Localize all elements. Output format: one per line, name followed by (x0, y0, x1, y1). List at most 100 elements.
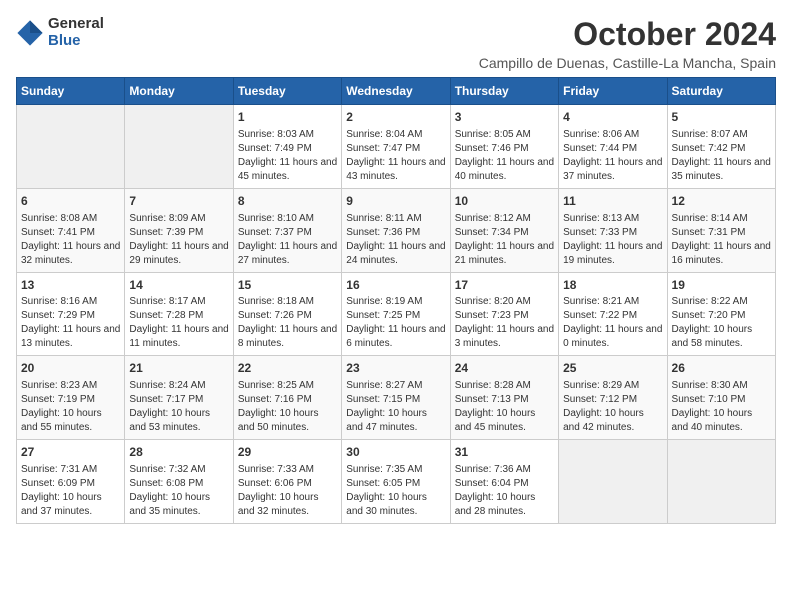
calendar-cell: 22Sunrise: 8:25 AM Sunset: 7:16 PM Dayli… (233, 356, 341, 440)
calendar-cell: 12 Sunrise: 8:14 AM Sunset: 7:31 PM Dayli… (667, 188, 775, 272)
day-number: 30 (346, 444, 445, 461)
calendar-week-row: 20 Sunrise: 8:23 AM Sunset: 7:19 PM Dayli… (17, 356, 776, 440)
header-thursday: Thursday (450, 78, 558, 105)
location-subtitle: Campillo de Duenas, Castille-La Mancha, … (479, 55, 776, 71)
calendar-week-row: 13Sunrise: 8:16 AM Sunset: 7:29 PM Dayli… (17, 272, 776, 356)
day-number: 1 (238, 109, 337, 126)
day-info: Sunrise: 8:21 AM Sunset: 7:22 PM Dayligh… (563, 295, 662, 351)
calendar-cell: 19Sunrise: 8:22 AM Sunset: 7:20 PM Dayli… (667, 272, 775, 356)
day-number: 4 (563, 109, 662, 126)
day-info: Sunrise: 8:28 AM Sunset: 7:13 PM Dayligh… (455, 379, 554, 435)
calendar-cell: 30 Sunrise: 7:35 AM Sunset: 6:05 PM Dayli… (342, 440, 450, 524)
title-section: October 2024 Campillo de Duenas, Castill… (479, 16, 776, 71)
day-info: Sunrise: 8:09 AM Sunset: 7:39 PM Dayligh… (129, 212, 228, 268)
calendar-cell: 28 Sunrise: 7:32 AM Sunset: 6:08 PM Dayli… (125, 440, 233, 524)
day-number: 31 (455, 444, 554, 461)
calendar-cell: 24 Sunrise: 8:28 AM Sunset: 7:13 PM Dayli… (450, 356, 558, 440)
header-sunday: Sunday (17, 78, 125, 105)
calendar-cell: 10Sunrise: 8:12 AM Sunset: 7:34 PM Dayli… (450, 188, 558, 272)
day-info: Sunrise: 8:20 AM Sunset: 7:23 PM Dayligh… (455, 295, 554, 351)
calendar-cell: 17Sunrise: 8:20 AM Sunset: 7:23 PM Dayli… (450, 272, 558, 356)
day-number: 17 (455, 277, 554, 294)
day-number: 28 (129, 444, 228, 461)
day-info: Sunrise: 8:13 AM Sunset: 7:33 PM Dayligh… (563, 212, 662, 268)
calendar-cell (17, 105, 125, 189)
day-info: Sunrise: 8:19 AM Sunset: 7:25 PM Dayligh… (346, 295, 445, 351)
calendar-cell: 13Sunrise: 8:16 AM Sunset: 7:29 PM Dayli… (17, 272, 125, 356)
day-info: Sunrise: 8:05 AM Sunset: 7:46 PM Dayligh… (455, 128, 554, 184)
day-info: Sunrise: 8:08 AM Sunset: 7:41 PM Dayligh… (21, 212, 120, 268)
day-info: Sunrise: 7:33 AM Sunset: 6:06 PM Dayligh… (238, 463, 337, 519)
header-saturday: Saturday (667, 78, 775, 105)
day-info: Sunrise: 8:06 AM Sunset: 7:44 PM Dayligh… (563, 128, 662, 184)
day-number: 24 (455, 360, 554, 377)
day-info: Sunrise: 8:22 AM Sunset: 7:20 PM Dayligh… (672, 295, 771, 351)
calendar-cell: 25Sunrise: 8:29 AM Sunset: 7:12 PM Dayli… (559, 356, 667, 440)
month-year-title: October 2024 (479, 16, 776, 53)
header-tuesday: Tuesday (233, 78, 341, 105)
calendar-week-row: 6 Sunrise: 8:08 AM Sunset: 7:41 PM Daylig… (17, 188, 776, 272)
calendar-week-row: 27 Sunrise: 7:31 AM Sunset: 6:09 PM Dayli… (17, 440, 776, 524)
day-info: Sunrise: 8:23 AM Sunset: 7:19 PM Dayligh… (21, 379, 120, 435)
calendar-cell: 18Sunrise: 8:21 AM Sunset: 7:22 PM Dayli… (559, 272, 667, 356)
calendar-week-row: 1 Sunrise: 8:03 AM Sunset: 7:49 PM Daylig… (17, 105, 776, 189)
day-number: 16 (346, 277, 445, 294)
header-friday: Friday (559, 78, 667, 105)
calendar-cell (559, 440, 667, 524)
day-info: Sunrise: 8:14 AM Sunset: 7:31 PM Dayligh… (672, 212, 771, 268)
day-number: 7 (129, 193, 228, 210)
day-info: Sunrise: 7:35 AM Sunset: 6:05 PM Dayligh… (346, 463, 445, 519)
calendar-cell: 26Sunrise: 8:30 AM Sunset: 7:10 PM Dayli… (667, 356, 775, 440)
calendar-cell: 4 Sunrise: 8:06 AM Sunset: 7:44 PM Daylig… (559, 105, 667, 189)
header-wednesday: Wednesday (342, 78, 450, 105)
day-number: 12 (672, 193, 771, 210)
day-info: Sunrise: 7:31 AM Sunset: 6:09 PM Dayligh… (21, 463, 120, 519)
calendar-cell: 2 Sunrise: 8:04 AM Sunset: 7:47 PM Daylig… (342, 105, 450, 189)
day-number: 27 (21, 444, 120, 461)
calendar-cell: 31 Sunrise: 7:36 AM Sunset: 6:04 PM Dayli… (450, 440, 558, 524)
day-number: 22 (238, 360, 337, 377)
day-info: Sunrise: 8:18 AM Sunset: 7:26 PM Dayligh… (238, 295, 337, 351)
calendar-cell: 1 Sunrise: 8:03 AM Sunset: 7:49 PM Daylig… (233, 105, 341, 189)
calendar-cell: 15Sunrise: 8:18 AM Sunset: 7:26 PM Dayli… (233, 272, 341, 356)
day-info: Sunrise: 8:24 AM Sunset: 7:17 PM Dayligh… (129, 379, 228, 435)
logo-icon (16, 19, 44, 47)
day-number: 19 (672, 277, 771, 294)
day-number: 15 (238, 277, 337, 294)
day-number: 6 (21, 193, 120, 210)
day-number: 29 (238, 444, 337, 461)
calendar-cell: 3Sunrise: 8:05 AM Sunset: 7:46 PM Daylig… (450, 105, 558, 189)
day-number: 5 (672, 109, 771, 126)
calendar-cell: 11 Sunrise: 8:13 AM Sunset: 7:33 PM Dayli… (559, 188, 667, 272)
day-number: 8 (238, 193, 337, 210)
calendar-cell: 6 Sunrise: 8:08 AM Sunset: 7:41 PM Daylig… (17, 188, 125, 272)
day-number: 23 (346, 360, 445, 377)
day-number: 20 (21, 360, 120, 377)
day-info: Sunrise: 8:04 AM Sunset: 7:47 PM Dayligh… (346, 128, 445, 184)
day-info: Sunrise: 8:03 AM Sunset: 7:49 PM Dayligh… (238, 128, 337, 184)
day-number: 14 (129, 277, 228, 294)
day-info: Sunrise: 7:32 AM Sunset: 6:08 PM Dayligh… (129, 463, 228, 519)
calendar-cell: 8Sunrise: 8:10 AM Sunset: 7:37 PM Daylig… (233, 188, 341, 272)
day-number: 11 (563, 193, 662, 210)
day-info: Sunrise: 8:11 AM Sunset: 7:36 PM Dayligh… (346, 212, 445, 268)
logo-general: General (48, 16, 104, 33)
logo-text: General Blue (48, 16, 104, 49)
calendar-cell: 7 Sunrise: 8:09 AM Sunset: 7:39 PM Daylig… (125, 188, 233, 272)
day-info: Sunrise: 7:36 AM Sunset: 6:04 PM Dayligh… (455, 463, 554, 519)
calendar-cell: 29 Sunrise: 7:33 AM Sunset: 6:06 PM Dayli… (233, 440, 341, 524)
day-info: Sunrise: 8:07 AM Sunset: 7:42 PM Dayligh… (672, 128, 771, 184)
calendar-cell: 16Sunrise: 8:19 AM Sunset: 7:25 PM Dayli… (342, 272, 450, 356)
header-monday: Monday (125, 78, 233, 105)
page-header: General Blue October 2024 Campillo de Du… (16, 16, 776, 71)
logo: General Blue (16, 16, 104, 49)
day-number: 18 (563, 277, 662, 294)
day-number: 13 (21, 277, 120, 294)
day-number: 25 (563, 360, 662, 377)
day-number: 2 (346, 109, 445, 126)
day-info: Sunrise: 8:12 AM Sunset: 7:34 PM Dayligh… (455, 212, 554, 268)
day-number: 21 (129, 360, 228, 377)
logo-blue: Blue (48, 33, 104, 50)
day-info: Sunrise: 8:16 AM Sunset: 7:29 PM Dayligh… (21, 295, 120, 351)
calendar-cell: 21 Sunrise: 8:24 AM Sunset: 7:17 PM Dayli… (125, 356, 233, 440)
